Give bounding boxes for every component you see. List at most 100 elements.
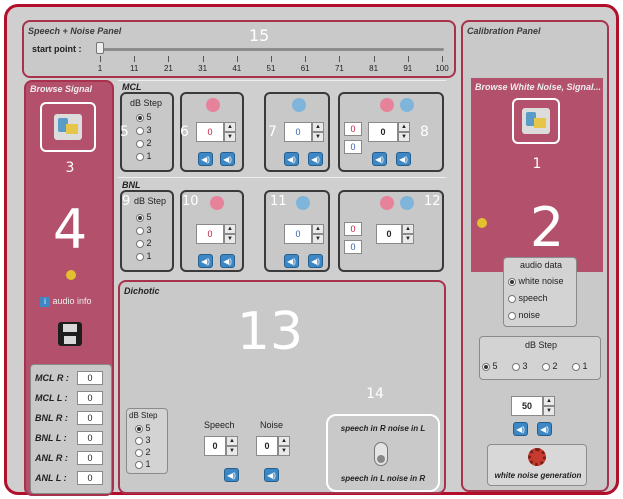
speech-speaker-button[interactable]: ◀) xyxy=(224,468,239,482)
speech-value-field[interactable]: 0 xyxy=(204,436,226,456)
db-step-label: 3 xyxy=(146,225,152,235)
bnl-l-value: 0 xyxy=(77,431,103,445)
tick-label: 71 xyxy=(334,64,344,73)
speaker-button[interactable]: ◀) xyxy=(308,152,323,166)
db-step-label: 3 xyxy=(146,125,152,135)
up-button[interactable]: ▲ xyxy=(312,122,324,132)
db-step-option-5[interactable]: 5 xyxy=(482,361,498,371)
speaker-right-button[interactable]: ◀) xyxy=(537,422,552,436)
marker-9: 9 xyxy=(122,194,131,209)
marker-4: 4 xyxy=(52,198,88,261)
speaker-left-button[interactable]: ◀) xyxy=(513,422,528,436)
mcl-left-value[interactable]: 0 xyxy=(284,122,312,142)
db-step-option-2[interactable]: 2 xyxy=(542,361,558,371)
marker-7: 7 xyxy=(268,124,277,140)
radio-icon xyxy=(542,362,550,371)
radio-icon xyxy=(136,113,144,122)
speaker-button[interactable]: ◀) xyxy=(198,254,213,268)
db-step-option-2[interactable]: 2 xyxy=(135,447,151,457)
mcl-right-ear-control: 6 0 ▲ ▼ ◀) ◀) xyxy=(180,92,244,172)
audio-option-white-noise[interactable]: white noise xyxy=(508,276,564,286)
speaker-button[interactable]: ◀) xyxy=(396,152,411,166)
speaker-button[interactable]: ◀) xyxy=(284,254,299,268)
level-down-button[interactable]: ▼ xyxy=(543,406,555,416)
speaker-button[interactable]: ◀) xyxy=(220,254,235,268)
speaker-button[interactable]: ◀) xyxy=(372,152,387,166)
start-point-slider-thumb[interactable] xyxy=(96,42,104,54)
start-point-slider-track[interactable] xyxy=(98,48,444,51)
db-step-option-3[interactable]: 3 xyxy=(135,435,151,445)
marker-12: 12 xyxy=(424,194,441,209)
panel-title: Calibration Panel xyxy=(467,26,541,36)
tick-label: 31 xyxy=(198,64,208,73)
mcl-both-right-value: 0 xyxy=(344,122,362,136)
db-step-option-1[interactable]: 1 xyxy=(136,251,152,261)
db-step-option-3[interactable]: 3 xyxy=(136,225,152,235)
noise-value-field[interactable]: 0 xyxy=(256,436,278,456)
audio-info-button[interactable]: i audio info xyxy=(40,296,102,310)
radio-icon xyxy=(135,460,143,469)
down-button[interactable]: ▼ xyxy=(224,132,236,142)
level-value-field[interactable]: 50 xyxy=(511,396,543,416)
marker-10: 10 xyxy=(182,194,199,209)
down-button[interactable]: ▼ xyxy=(398,132,410,142)
down-button[interactable]: ▼ xyxy=(312,132,324,142)
browse-signal-button[interactable] xyxy=(40,102,96,152)
noise-up-button[interactable]: ▲ xyxy=(278,436,290,446)
down-button[interactable]: ▼ xyxy=(224,234,236,244)
bnl-right-ear-control: 10 0 ▲ ▼ ◀) ◀) xyxy=(180,190,244,272)
db-step-option-5[interactable]: 5 xyxy=(136,212,152,222)
db-step-option-5[interactable]: 5 xyxy=(136,112,152,122)
mcl-r-value: 0 xyxy=(77,371,103,385)
db-step-label: 5 xyxy=(146,112,152,122)
anl-r-value: 0 xyxy=(77,451,103,465)
tick-label: 81 xyxy=(369,64,379,73)
field-label: BNL R : xyxy=(35,413,68,423)
speaker-button[interactable]: ◀) xyxy=(220,152,235,166)
db-step-option-1[interactable]: 1 xyxy=(136,151,152,161)
db-step-option-3[interactable]: 3 xyxy=(512,361,528,371)
speaker-button[interactable]: ◀) xyxy=(284,152,299,166)
marker-1: 1 xyxy=(532,156,542,172)
speaker-button[interactable]: ◀) xyxy=(198,152,213,166)
db-step-label: 2 xyxy=(145,447,151,457)
up-button[interactable]: ▲ xyxy=(224,122,236,132)
noise-down-button[interactable]: ▼ xyxy=(278,446,290,456)
db-step-option-2[interactable]: 2 xyxy=(136,238,152,248)
folder-icon xyxy=(522,108,550,134)
db-step-option-3[interactable]: 3 xyxy=(136,125,152,135)
status-indicator xyxy=(477,218,487,228)
status-indicator xyxy=(66,270,76,280)
gear-icon xyxy=(528,448,546,466)
browse-noise-button[interactable] xyxy=(512,98,560,144)
marker-8: 8 xyxy=(420,124,429,140)
noise-speaker-button[interactable]: ◀) xyxy=(264,468,279,482)
speech-up-button[interactable]: ▲ xyxy=(226,436,238,446)
right-ear-indicator xyxy=(380,196,394,210)
down-button[interactable]: ▼ xyxy=(402,234,414,244)
speech-down-button[interactable]: ▼ xyxy=(226,446,238,456)
bnl-left-value[interactable]: 0 xyxy=(284,224,312,244)
up-button[interactable]: ▲ xyxy=(224,224,236,234)
up-button[interactable]: ▲ xyxy=(312,224,324,234)
mcl-both-value[interactable]: 0 xyxy=(368,122,398,142)
down-button[interactable]: ▼ xyxy=(312,234,324,244)
audio-option-noise[interactable]: noise xyxy=(508,310,540,320)
db-step-option-1[interactable]: 1 xyxy=(572,361,588,371)
ear-mapping-toggle[interactable] xyxy=(374,442,388,466)
up-button[interactable]: ▲ xyxy=(402,224,414,234)
radio-icon xyxy=(136,239,144,248)
level-up-button[interactable]: ▲ xyxy=(543,396,555,406)
db-step-option-5[interactable]: 5 xyxy=(135,423,151,433)
bnl-both-left-value: 0 xyxy=(344,240,362,254)
save-icon[interactable] xyxy=(58,322,82,346)
audio-option-speech[interactable]: speech xyxy=(508,293,548,303)
speaker-button[interactable]: ◀) xyxy=(308,254,323,268)
db-step-option-1[interactable]: 1 xyxy=(135,459,151,469)
up-button[interactable]: ▲ xyxy=(398,122,410,132)
db-step-option-2[interactable]: 2 xyxy=(136,138,152,148)
bnl-right-value[interactable]: 0 xyxy=(196,224,224,244)
bnl-both-value[interactable]: 0 xyxy=(376,224,402,244)
mcl-right-value[interactable]: 0 xyxy=(196,122,224,142)
white-noise-generation-button[interactable]: white noise generation xyxy=(487,444,587,486)
